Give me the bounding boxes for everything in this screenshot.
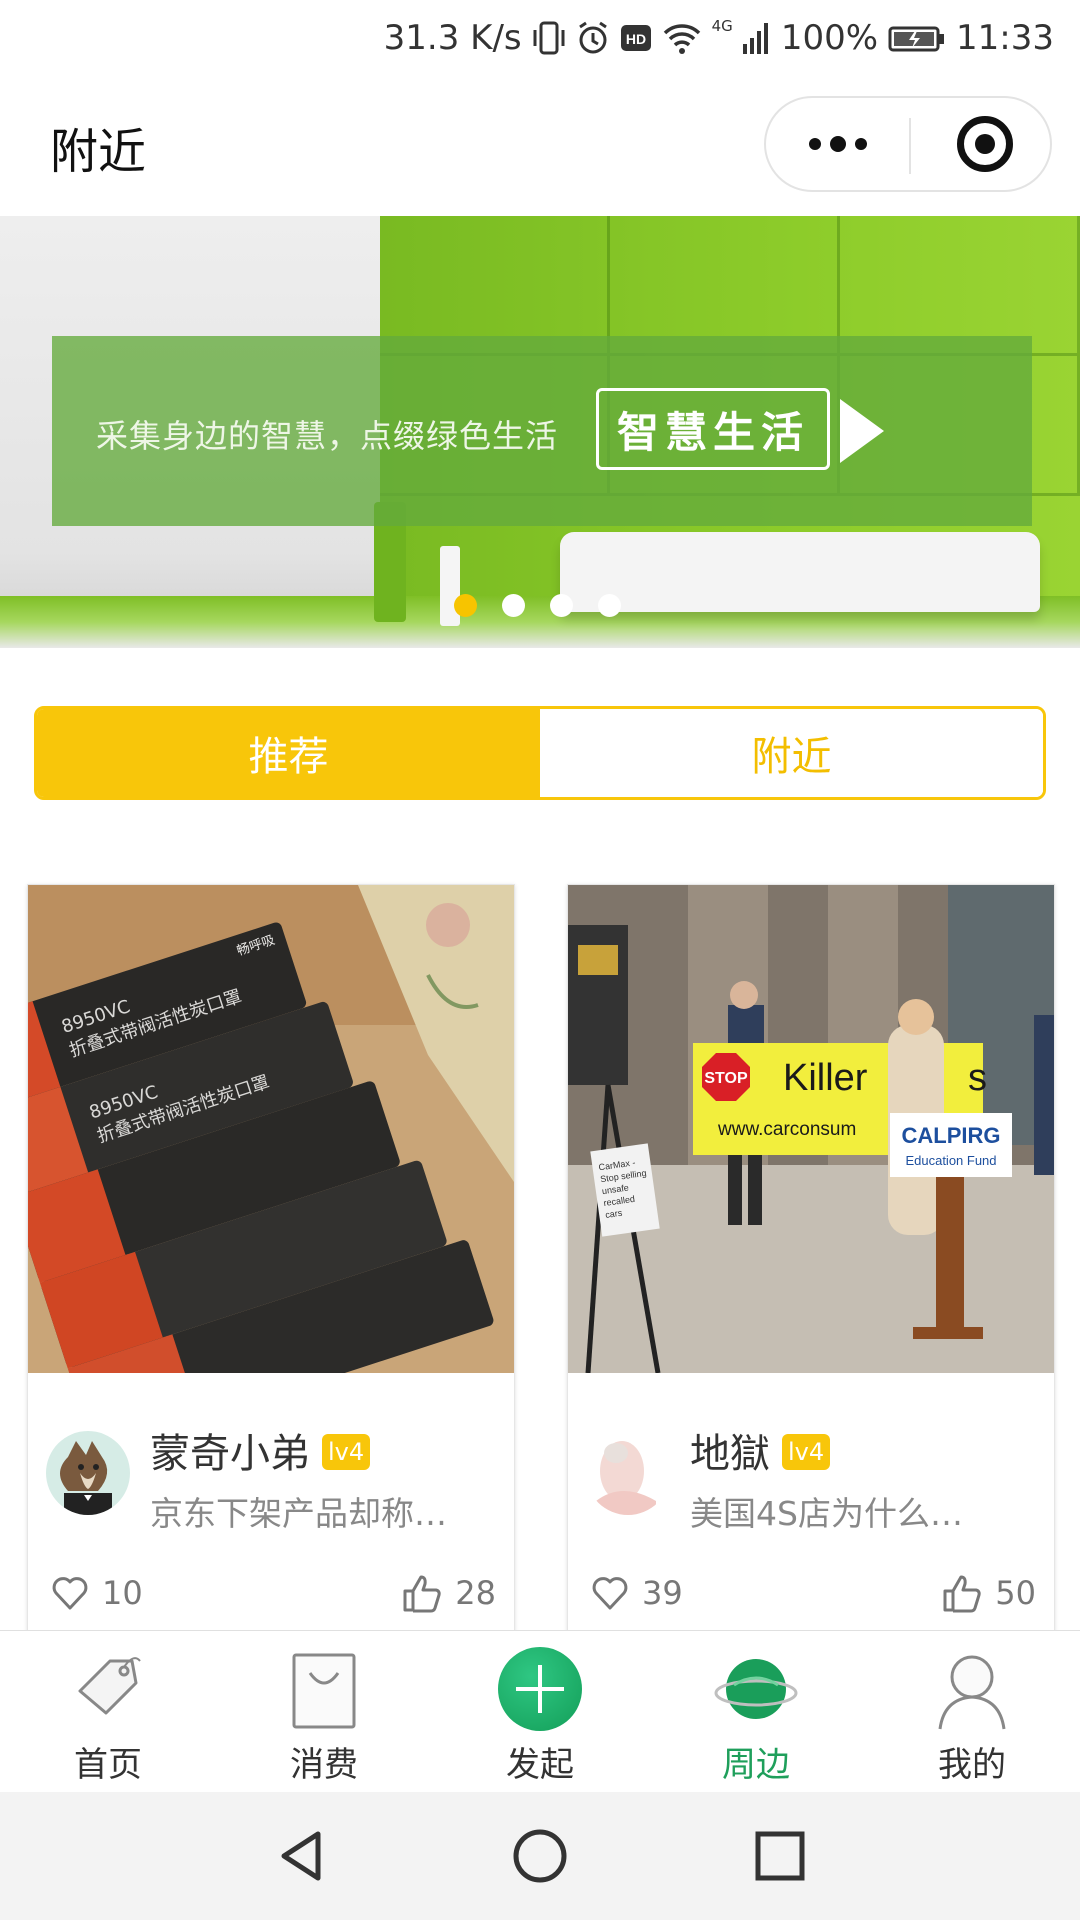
tag-icon: [66, 1647, 150, 1731]
planet-icon: [714, 1647, 798, 1731]
banner-carousel[interactable]: 采集身边的智慧，点缀绿色生活 智慧生活: [0, 216, 1080, 648]
tab-nearby-bottom[interactable]: 周边: [648, 1631, 864, 1792]
favorite-button[interactable]: 39: [590, 1573, 683, 1613]
like-count: 50: [995, 1574, 1036, 1612]
page-title: 附近: [50, 124, 147, 180]
bottom-tab-bar: 首页 消费 发起 周边 我的: [0, 1630, 1080, 1792]
battery-percent: 100%: [780, 18, 879, 58]
carousel-dot[interactable]: [502, 594, 525, 617]
shopping-bag-icon: [282, 1647, 366, 1731]
tab-create[interactable]: 发起: [432, 1631, 648, 1792]
play-arrow-icon: [840, 399, 884, 463]
like-button[interactable]: 28: [401, 1573, 496, 1613]
tab-mine[interactable]: 我的: [864, 1631, 1080, 1792]
banner-cta-button[interactable]: 智慧生活: [596, 388, 830, 470]
tab-label: 周边: [722, 1745, 790, 1785]
page-header: 附近: [0, 76, 1080, 216]
thumbs-up-icon: [403, 1575, 441, 1613]
battery-icon: [888, 26, 945, 52]
capsule-divider: [909, 118, 911, 174]
favorite-count: 39: [642, 1574, 683, 1612]
hd-icon: HD: [620, 25, 651, 51]
tab-label: 首页: [74, 1745, 142, 1785]
plus-circle-icon: [498, 1647, 582, 1731]
back-triangle-icon[interactable]: [272, 1826, 332, 1886]
tab-nearby[interactable]: 附近: [540, 709, 1043, 797]
tab-consume[interactable]: 消费: [216, 1631, 432, 1792]
podium-sub-text: Education Fund: [905, 1153, 996, 1168]
recents-square-icon[interactable]: [750, 1826, 810, 1886]
post-card[interactable]: STOP Killer s www.carconsum CALPIRG Educ…: [567, 884, 1055, 1634]
feed-segmented-control: 推荐 附近: [34, 706, 1046, 800]
net-speed: 31.3 K/s: [383, 18, 522, 58]
wifi-icon: [663, 24, 700, 54]
favorite-button[interactable]: 10: [50, 1573, 143, 1613]
author-name-text: 蒙奇小弟: [150, 1431, 310, 1477]
carousel-dot[interactable]: [454, 594, 477, 617]
clock: 11:33: [956, 18, 1054, 58]
author-name[interactable]: 地獄 lv4: [690, 1421, 831, 1479]
sign-killer-text: Killer: [783, 1057, 868, 1099]
tab-label: 我的: [938, 1745, 1006, 1785]
carousel-dot[interactable]: [598, 594, 621, 617]
carousel-dot[interactable]: [550, 594, 573, 617]
status-bar: 31.3 K/s HD 4G 100% 11:33: [0, 0, 1080, 76]
avatar[interactable]: [46, 1431, 130, 1515]
sign-end-text: s: [968, 1057, 987, 1099]
system-nav-bar: [0, 1792, 1080, 1920]
like-count: 28: [455, 1574, 496, 1612]
home-circle-icon[interactable]: [510, 1826, 570, 1886]
vibrate-icon: [533, 21, 565, 55]
thumbs-up-icon: [943, 1575, 981, 1613]
tab-home[interactable]: 首页: [0, 1631, 216, 1792]
banner-sofa: [560, 532, 1040, 612]
level-badge: lv4: [322, 1434, 371, 1470]
like-button[interactable]: 50: [941, 1573, 1036, 1613]
post-title[interactable]: 京东下架产品却称…: [150, 1487, 447, 1535]
sign-stop-text: STOP: [704, 1070, 748, 1087]
carousel-indicator: [454, 594, 621, 617]
heart-icon: [592, 1577, 628, 1610]
network-type: 4G: [711, 17, 733, 35]
favorite-count: 10: [102, 1574, 143, 1612]
signal-icon: [742, 23, 768, 54]
avatar[interactable]: [586, 1431, 670, 1515]
post-card[interactable]: 8950VC 折叠式带阀活性炭口罩 畅呼吸 8950VC 折叠式带阀活性炭口罩 …: [27, 884, 515, 1634]
heart-icon: [52, 1577, 88, 1610]
post-title[interactable]: 美国4S店为什么…: [690, 1487, 963, 1535]
banner-slogan: 采集身边的智慧，点缀绿色生活: [96, 417, 559, 455]
podium-brand-text: CALPIRG: [902, 1123, 1001, 1148]
mini-program-capsule: [764, 96, 1052, 192]
post-image[interactable]: 8950VC 折叠式带阀活性炭口罩 畅呼吸 8950VC 折叠式带阀活性炭口罩: [28, 885, 514, 1373]
target-icon[interactable]: [957, 116, 1013, 172]
alarm-icon: [578, 21, 607, 54]
svg-text:HD: HD: [626, 31, 646, 47]
sign-url-text: www.carconsum: [717, 1119, 856, 1140]
user-icon: [930, 1647, 1014, 1731]
tab-label: 发起: [506, 1745, 574, 1785]
tab-label: 消费: [290, 1745, 358, 1785]
author-name-text: 地獄: [690, 1431, 770, 1477]
post-image[interactable]: STOP Killer s www.carconsum CALPIRG Educ…: [568, 885, 1054, 1373]
more-button[interactable]: [766, 98, 909, 190]
level-badge: lv4: [782, 1434, 831, 1470]
tab-recommend[interactable]: 推荐: [37, 709, 540, 797]
more-dots-icon: [808, 136, 867, 152]
author-name[interactable]: 蒙奇小弟 lv4: [150, 1421, 371, 1479]
